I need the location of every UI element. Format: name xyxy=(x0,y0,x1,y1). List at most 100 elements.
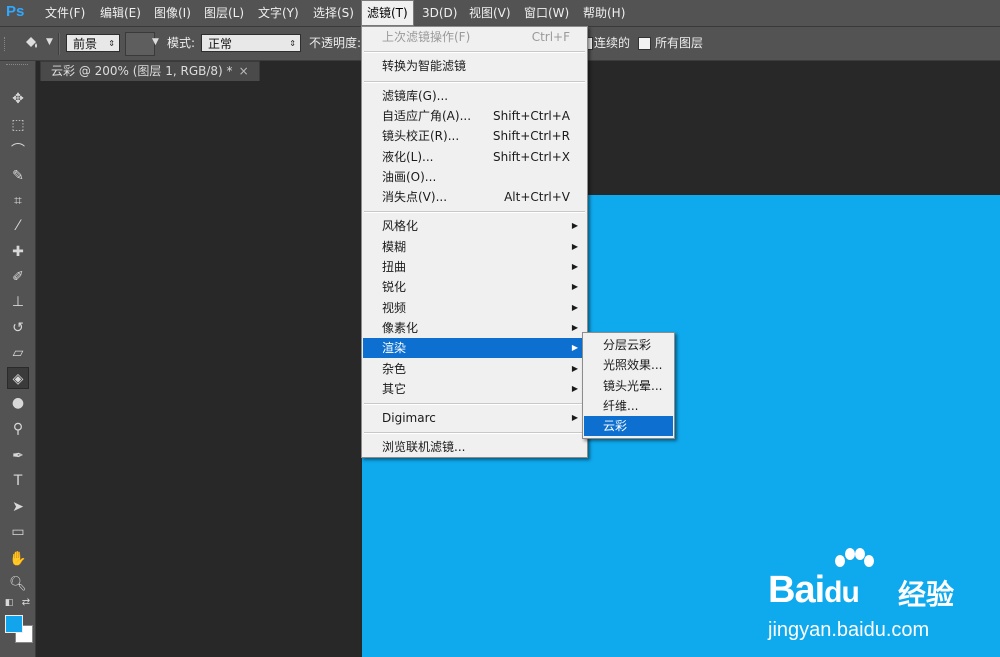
swap-colors-icon[interactable]: ⇄ xyxy=(20,597,32,609)
pen-tool-icon[interactable]: ✒ xyxy=(7,445,29,467)
menu-item-label: 油画(O)... xyxy=(382,169,437,184)
render-submenu-item[interactable]: 分层云彩 xyxy=(584,335,673,355)
rectangle-tool-icon[interactable]: ▭ xyxy=(7,521,29,543)
menu-item-label: 视频 xyxy=(382,300,407,315)
watermark-suffix: 经验 xyxy=(898,578,955,611)
menu-item[interactable]: 选择(S) xyxy=(308,0,359,26)
filter-menu-item[interactable]: 滤镜库(G)... xyxy=(363,86,586,106)
menu-item-label: 浏览联机滤镜... xyxy=(382,440,466,455)
filter-menu-item[interactable]: 模糊 ▶ xyxy=(363,237,586,257)
toolbar-grip[interactable] xyxy=(6,64,28,68)
menu-item[interactable]: 窗口(W) xyxy=(519,0,574,26)
render-submenu-item[interactable]: 纤维... xyxy=(584,396,673,416)
menu-item-shortcut: Shift+Ctrl+X xyxy=(493,149,570,164)
chevron-updown-icon: ⇕ xyxy=(289,39,296,48)
menu-item-label: 模糊 xyxy=(382,239,407,254)
menu-separator xyxy=(364,80,585,83)
menu-item[interactable]: 编辑(E) xyxy=(95,0,146,26)
lasso-tool-icon[interactable]: ⌒ xyxy=(7,140,29,162)
crop-tool-icon[interactable]: ⌗ xyxy=(7,190,29,212)
eraser-tool-icon[interactable]: ▱ xyxy=(7,342,29,364)
menu-item[interactable]: 3D(D) xyxy=(417,0,462,26)
menu-item-shortcut: Shift+Ctrl+R xyxy=(492,129,570,144)
baidu-watermark: Baidu 经验 jingyan.baidu.com xyxy=(768,547,998,647)
render-submenu-item[interactable]: 镜头光晕... xyxy=(584,376,673,396)
eyedropper-tool-icon[interactable]: ⁄ xyxy=(7,215,29,237)
menu-item[interactable]: 视图(V) xyxy=(464,0,516,26)
tool-preset-caret-icon[interactable]: ▼ xyxy=(46,37,53,47)
foreground-color-swatch[interactable] xyxy=(5,615,23,633)
type-tool-icon[interactable]: T xyxy=(7,470,29,492)
paint-bucket-icon[interactable] xyxy=(22,34,40,52)
fill-source-select[interactable]: 前景 ⇕ xyxy=(66,34,120,52)
submenu-arrow-icon: ▶ xyxy=(571,322,578,332)
tools-panel: ✥ ⬚ ⌒ ✎ ⌗ ⁄ ✚ ✐ ⊥ ↺ ▱ ◈ ● ⚲ ✒ T ➤ ▭ ✋ 🔍︎… xyxy=(0,61,36,657)
document-tab-title: 云彩 @ 200% (图层 1, RGB/8) * xyxy=(51,64,233,78)
filter-menu-item[interactable]: 杂色 ▶ xyxy=(363,359,586,379)
all-layers-checkbox[interactable] xyxy=(638,37,651,50)
filter-menu-item[interactable]: 其它 ▶ xyxy=(363,379,586,399)
menu-item-label: 转换为智能滤镜 xyxy=(382,59,467,74)
watermark-url: jingyan.baidu.com xyxy=(768,619,930,641)
menu-separator xyxy=(364,432,585,435)
quick-select-tool-icon[interactable]: ✎ xyxy=(7,165,29,187)
filter-menu-item[interactable]: 风格化 ▶ xyxy=(363,216,586,236)
filter-menu-item[interactable]: 像素化 ▶ xyxy=(363,318,586,338)
paint-bucket-tool-icon[interactable]: ◈ xyxy=(7,367,29,389)
filter-menu-item[interactable]: Digimarc ▶ xyxy=(363,408,586,428)
zoom-tool-icon[interactable]: 🔍︎ xyxy=(7,573,29,595)
dodge-tool-icon[interactable]: ⚲ xyxy=(7,418,29,440)
mode-label: 模式: xyxy=(167,36,196,50)
filter-menu-item[interactable]: 油画(O)... xyxy=(363,167,586,187)
menu-item[interactable]: 文字(Y) xyxy=(253,0,304,26)
chevron-updown-icon: ⇕ xyxy=(108,39,115,48)
photoshop-logo: Ps xyxy=(6,3,25,20)
filter-menu-item: 上次滤镜操作(F) Ctrl+F xyxy=(363,27,586,47)
options-grip[interactable] xyxy=(4,37,8,51)
render-submenu-item[interactable]: 光照效果... xyxy=(584,355,673,375)
menu-separator xyxy=(364,51,585,54)
filter-menu-item[interactable]: 浏览联机滤镜... xyxy=(363,437,586,457)
brush-tool-icon[interactable]: ✐ xyxy=(7,266,29,288)
submenu-arrow-icon: ▶ xyxy=(571,241,578,251)
default-colors-icon[interactable]: ◧ xyxy=(3,597,15,609)
filter-menu-item[interactable]: 液化(L)... Shift+Ctrl+X xyxy=(363,147,586,167)
menu-item-label: 上次滤镜操作(F) xyxy=(382,30,471,44)
blend-mode-select[interactable]: 正常 ⇕ xyxy=(201,34,301,52)
filter-menu-item[interactable]: 锐化 ▶ xyxy=(363,277,586,297)
pattern-swatch[interactable] xyxy=(125,32,155,56)
filter-menu-item[interactable]: 扭曲 ▶ xyxy=(363,257,586,277)
healing-brush-tool-icon[interactable]: ✚ xyxy=(7,241,29,263)
filter-menu-item[interactable]: 视频 ▶ xyxy=(363,298,586,318)
history-brush-tool-icon[interactable]: ↺ xyxy=(7,317,29,339)
filter-menu-item[interactable]: 消失点(V)... Alt+Ctrl+V xyxy=(363,187,586,207)
render-submenu-item[interactable]: 云彩 xyxy=(584,416,673,437)
blur-tool-icon[interactable]: ● xyxy=(7,392,29,414)
filter-menu-item[interactable]: 渲染 ▶ xyxy=(363,338,586,359)
menu-item-label: 其它 xyxy=(382,381,407,396)
clone-stamp-tool-icon[interactable]: ⊥ xyxy=(7,291,29,313)
menu-item[interactable]: 帮助(H) xyxy=(578,0,630,26)
menu-separator xyxy=(364,211,585,214)
options-divider xyxy=(58,33,60,55)
path-selection-tool-icon[interactable]: ➤ xyxy=(7,496,29,518)
submenu-arrow-icon: ▶ xyxy=(571,413,578,423)
filter-menu-item[interactable]: 镜头校正(R)... Shift+Ctrl+R xyxy=(363,126,586,146)
menu-item-label: 锐化 xyxy=(382,280,407,295)
filter-menu-item[interactable]: 自适应广角(A)... Shift+Ctrl+A xyxy=(363,106,586,126)
hand-tool-icon[interactable]: ✋ xyxy=(7,548,29,570)
contiguous-label: 连续的 xyxy=(594,36,631,50)
filter-menu-item[interactable]: 转换为智能滤镜 xyxy=(363,56,586,76)
menu-item-shortcut: Ctrl+F xyxy=(531,30,570,44)
document-tab[interactable]: 云彩 @ 200% (图层 1, RGB/8) * × xyxy=(40,61,260,81)
submenu-arrow-icon: ▶ xyxy=(571,363,578,373)
menu-item[interactable]: 图层(L) xyxy=(199,0,249,26)
menu-item[interactable]: 图像(I) xyxy=(149,0,196,26)
move-tool-icon[interactable]: ✥ xyxy=(7,88,29,110)
menu-filter-active[interactable]: 滤镜(T) xyxy=(361,0,414,26)
close-icon[interactable]: × xyxy=(239,64,249,78)
fill-source-value: 前景 xyxy=(73,37,98,51)
menu-item[interactable]: 文件(F) xyxy=(40,0,90,26)
marquee-tool-icon[interactable]: ⬚ xyxy=(7,114,29,136)
pattern-caret-icon[interactable]: ▼ xyxy=(152,37,159,47)
